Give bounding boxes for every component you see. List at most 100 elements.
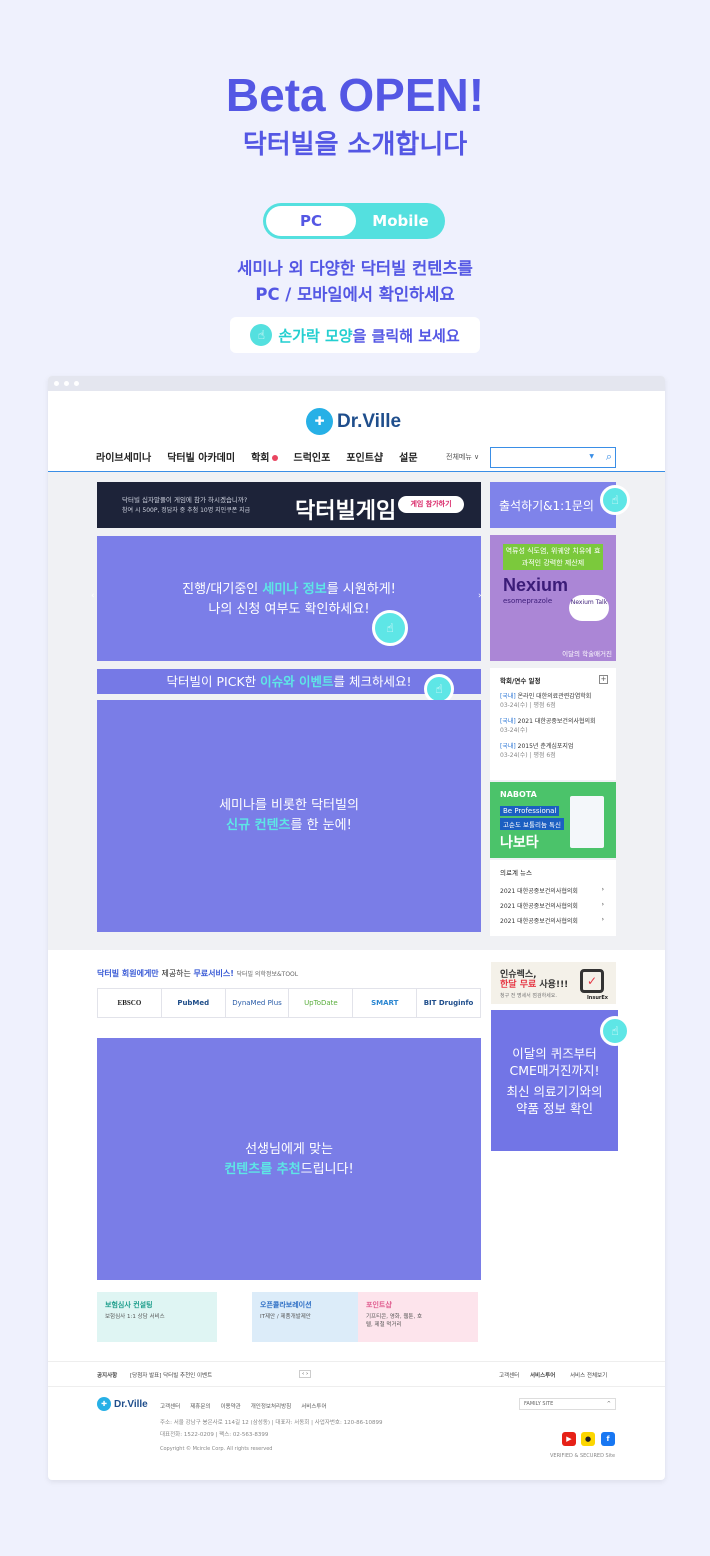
pick-text-a: 닥터빌이 PICK한 — [166, 674, 261, 689]
facebook-icon[interactable]: f — [601, 1432, 615, 1446]
footer-customer-center[interactable]: 고객센터 — [499, 1371, 519, 1379]
cme-text-c: 최신 의료기기와의 — [506, 1084, 603, 1099]
footer-link[interactable]: 고객센터 — [160, 1402, 180, 1410]
nav-conference[interactable]: 학회 — [251, 449, 278, 464]
footer-address: 주소: 서울 강남구 봉은사로 114길 12 (삼성동) | 대표자: 서동회… — [160, 1420, 383, 1426]
nav-live-seminar[interactable]: 라이브세미나 — [96, 449, 151, 464]
cme-text-b: CME매거진까지! — [509, 1063, 600, 1078]
service-dynamed[interactable]: DynaMed Plus — [226, 989, 290, 1017]
pointshop-card[interactable]: 포인트샵 기프티콘, 영화, 웹툰, 호텔, 제철 먹거리 — [358, 1292, 478, 1342]
news-item[interactable]: 2021 대한공중보건의사협의회 › — [490, 910, 616, 925]
recommend-text: 선생님에게 맞는 컨텐츠를 추천드립니다! — [97, 1140, 481, 1180]
site-logo[interactable]: ✚ Dr.Ville — [306, 408, 401, 435]
recommend-panel[interactable]: 선생님에게 맞는 컨텐츠를 추천드립니다! — [97, 1038, 481, 1280]
footer-link[interactable]: 제휴문의 — [190, 1402, 210, 1410]
desc-line2: PC / 모바일에서 확인하세요 — [255, 285, 455, 304]
news-item[interactable]: 2021 대한공중보건의사협의회 › — [490, 895, 616, 910]
insurance-consulting-card[interactable]: 보험심사 컨설팅 보험심사 1:1 상담 서비스 — [97, 1292, 217, 1342]
all-menu-button[interactable]: 전체메뉴 ∨ — [446, 452, 479, 462]
conference-tag: [국내] — [500, 743, 516, 750]
service-smart[interactable]: SMART — [353, 989, 418, 1017]
cme-panel[interactable]: 이달의 퀴즈부터 CME매거진까지! 최신 의료기기와의 약품 정보 확인 — [491, 1010, 618, 1151]
family-site-select[interactable]: FAMILY SITE ^ — [519, 1398, 616, 1410]
toggle-pc[interactable]: PC — [266, 206, 356, 236]
footer-service-tour[interactable]: 서비스투어 — [530, 1371, 555, 1379]
device-toggle[interactable]: PC Mobile — [263, 203, 445, 239]
search-box[interactable]: ▼ ⌕ — [490, 447, 616, 468]
game-banner-line2: 참여 시 500P, 정답자 중 추첨 10명 지인쿠폰 지급 — [122, 507, 251, 514]
recommend-text-b: 컨텐츠를 추천 — [224, 1162, 301, 1177]
youtube-icon[interactable]: ▶ — [562, 1432, 576, 1446]
chevron-left-icon[interactable]: ‹ — [91, 591, 95, 601]
footer-link[interactable]: 이용약관 — [221, 1402, 241, 1410]
hand-pointer-icon[interactable]: ☝ — [600, 485, 630, 515]
conference-item[interactable]: [국내] 2015년 춘계심포지엄 03-24(수) | 평점 6점 — [490, 735, 616, 760]
logo-icon: ✚ — [306, 408, 333, 435]
nexium-banner[interactable]: 역류성 식도염, 위궤양 치유에 효과적인 강력한 제산제 Nexium eso… — [490, 535, 616, 661]
checkin-inquiry-button[interactable]: 출석하기&1:1문의 — [490, 482, 616, 528]
notice-pager-icon[interactable]: ‹ › — [299, 1370, 312, 1378]
service-druginfo[interactable]: BIT Druginfo — [417, 989, 480, 1017]
hero-title: Beta OPEN! — [225, 69, 485, 121]
footer-link[interactable]: 개인정보처리방침 — [251, 1402, 291, 1410]
card-title: 보험심사 컨설팅 — [105, 1301, 153, 1309]
nav-academy[interactable]: 닥터빌 아카데미 — [167, 449, 235, 464]
insurex-banner[interactable]: 인슈렉스, 한달 무료 사용!!! 청구 전 명세서 점검하세요. ✓ Insur… — [491, 962, 616, 1004]
cme-text: 이달의 퀴즈부터 CME매거진까지! 최신 의료기기와의 약품 정보 확인 — [491, 1045, 618, 1117]
free-services-list: EBSCO PubMed DynaMed Plus UpToDate SMART… — [97, 988, 481, 1018]
notice-label: 공지사항 — [97, 1373, 118, 1379]
game-banner[interactable]: 닥터빌 십자말풀이 게임에 참가 하시겠습니까? 참여 시 500P, 정답자 … — [97, 482, 481, 528]
medical-news: 의료계 뉴스 2021 대한공중보건의사협의회 › 2021 대한공중보건의사협의… — [490, 860, 616, 936]
new-content-text-a: 세미나를 비롯한 닥터빌의 — [219, 798, 359, 813]
nexium-generic: esomeprazole — [503, 597, 553, 605]
search-icon[interactable]: ⌕ — [606, 450, 612, 464]
new-content-text-c: 를 한 눈에! — [290, 818, 352, 833]
card-desc: 보험심사 1:1 상담 서비스 — [105, 1314, 165, 1320]
nabota-product-image — [570, 796, 604, 848]
nexium-brand: Nexium — [503, 575, 569, 595]
conference-tag: [국내] — [500, 718, 516, 725]
service-uptodate[interactable]: UpToDate — [289, 989, 354, 1017]
nav-druginfo[interactable]: 드럭인포 — [294, 449, 331, 464]
seminar-panel[interactable]: 진행/대기중인 세미나 정보를 시원하게! 나의 신청 여부도 확인하세요! ☝ — [97, 536, 481, 661]
game-banner-title: 닥터빌게임 — [295, 499, 397, 524]
dropdown-arrow-icon[interactable]: ▼ — [589, 453, 594, 460]
conference-item[interactable]: [국내] 온라인 대한의료관련감염학회 03-24(수) | 평점 6점 — [490, 685, 616, 710]
nav-survey[interactable]: 설문 — [399, 449, 417, 464]
footer-links: 고객센터 제휴문의 이용약관 개인정보처리방침 서비스투어 — [160, 1402, 327, 1410]
notice-text[interactable]: [당첨자 발표] 닥터빌 추천인 이벤트 — [130, 1371, 212, 1379]
service-ebsco[interactable]: EBSCO — [98, 989, 162, 1017]
verified-badge: VERIFIED & SECURED Site — [550, 1453, 616, 1459]
chevron-right-icon[interactable]: › — [478, 591, 482, 601]
free-services-header: 닥터빌 회원에게만 제공하는 무료서비스! 닥터빌 의학정보&TOOL — [97, 968, 298, 979]
footer-link[interactable]: 서비스투어 — [301, 1402, 326, 1410]
card-desc: 기프티콘, 영화, 웹툰, 호텔, 제철 먹거리 — [366, 1314, 423, 1328]
game-banner-line1: 닥터빌 십자말풀이 게임에 참가 하시겠습니까? — [122, 496, 248, 504]
click-hint: ☝ 손가락 모양을 클릭해 보세요 — [230, 317, 480, 353]
conference-date: 03-24(수) | 평점 6점 — [500, 752, 556, 759]
recommend-text-a: 선생님에게 맞는 — [245, 1142, 333, 1157]
nav-pointshop[interactable]: 포인트샵 — [346, 449, 383, 464]
footer-copyright: Copyright © Mcircle Corp. All rights res… — [160, 1446, 273, 1452]
nabota-banner[interactable]: NABOTA Be Professional 고순도 보툴리눔 톡신 나보타 — [490, 782, 616, 858]
toggle-mobile[interactable]: Mobile — [359, 206, 442, 236]
news-item[interactable]: 2021 대한공중보건의사협의회 › — [490, 877, 616, 895]
plus-icon[interactable]: + — [599, 675, 608, 684]
footer-all-services[interactable]: 서비스 전체보기 — [570, 1371, 607, 1379]
notice-bar: 공지사항 [당첨자 발표] 닥터빌 추천인 이벤트 ‹ › 고객센터 서비스투어… — [48, 1361, 665, 1387]
hand-pointer-icon[interactable]: ☝ — [372, 610, 408, 646]
game-join-button[interactable]: 게임 참가하기 — [398, 496, 464, 513]
footer-logo[interactable]: ✚ Dr.Ville — [97, 1397, 148, 1411]
conference-item[interactable]: [국내] 2021 대한공중보건의사협의회 03-24(수) — [490, 710, 616, 735]
new-content-panel[interactable]: 세미나를 비롯한 닥터빌의 신규 컨텐츠를 한 눈에! — [97, 700, 481, 932]
seminar-text-b: 세미나 정보 — [262, 582, 327, 597]
insurex-line1: 인슈렉스, — [500, 970, 537, 980]
main-nav: 라이브세미나 닥터빌 아카데미 학회 드럭인포 포인트샵 설문 — [96, 449, 418, 464]
open-collaboration-card[interactable]: 오픈콜라보레이션 IT제안 / 제품개발제안 — [252, 1292, 372, 1342]
service-pubmed[interactable]: PubMed — [162, 989, 226, 1017]
kakao-icon[interactable]: ● — [581, 1432, 595, 1446]
hand-pointer-icon[interactable]: ☝ — [600, 1016, 630, 1046]
chevron-right-icon: › — [601, 901, 604, 908]
pick-text-c: 를 체크하세요! — [333, 674, 412, 689]
nexium-talk-bubble: Nexium Talk — [569, 595, 609, 621]
